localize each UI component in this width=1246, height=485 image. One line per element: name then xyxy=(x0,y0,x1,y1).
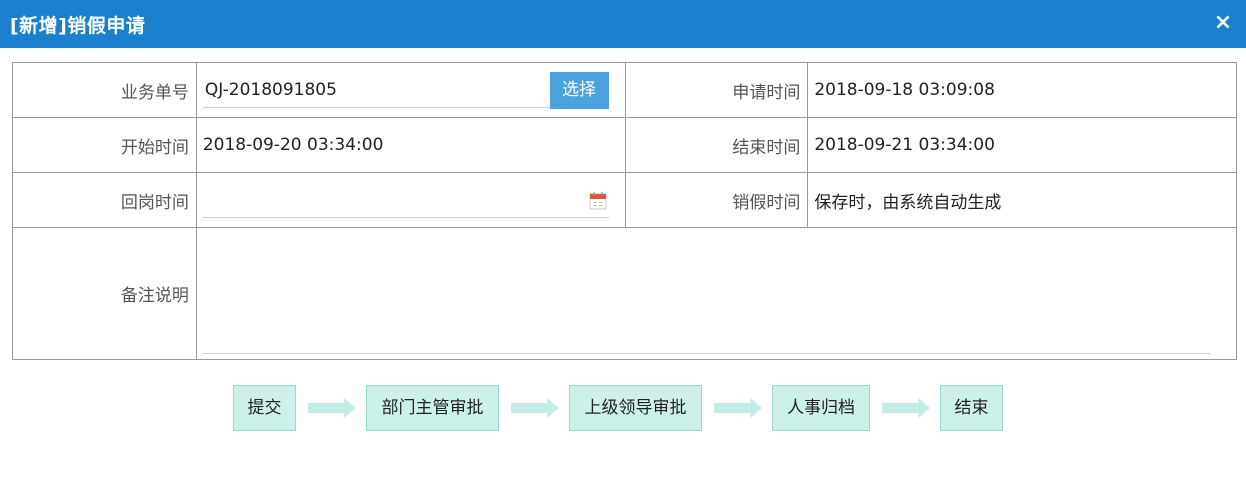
workflow-step-leader-approval: 上级领导审批 xyxy=(569,385,702,431)
arrow-right-icon xyxy=(308,398,356,418)
remarks-label: 备注说明 xyxy=(12,227,197,360)
apply-time-label: 申请时间 xyxy=(624,62,809,118)
business-no-value: QJ-2018091805 xyxy=(204,79,337,100)
workflow-step-submit: 提交 xyxy=(233,385,296,431)
return-time-field[interactable] xyxy=(202,182,609,218)
select-button[interactable]: 选择 xyxy=(549,72,609,109)
arrow-right-icon xyxy=(511,398,559,418)
business-no-field[interactable]: QJ-2018091805 选择 xyxy=(202,72,609,109)
workflow-step-end: 结束 xyxy=(940,385,1003,431)
arrow-right-icon xyxy=(882,398,930,418)
workflow-steps: 提交 部门主管审批 上级领导审批 人事归档 结束 xyxy=(0,385,1246,431)
dialog-titlebar: [新增]销假申请 × xyxy=(0,0,1246,48)
apply-time-value: 2018-09-18 03:09:08 xyxy=(807,62,1237,118)
remarks-textarea[interactable] xyxy=(202,236,1211,354)
close-icon[interactable]: × xyxy=(1210,10,1236,36)
start-time-label: 开始时间 xyxy=(12,117,197,173)
arrow-right-icon xyxy=(714,398,762,418)
start-time-value: 2018-09-20 03:34:00 xyxy=(195,117,626,173)
cancel-time-label: 销假时间 xyxy=(624,172,809,228)
workflow-step-dept-approval: 部门主管审批 xyxy=(366,385,499,431)
end-time-value: 2018-09-21 03:34:00 xyxy=(807,117,1237,173)
leave-cancel-form: 业务单号 QJ-2018091805 选择 申请时间 2018-09-18 03… xyxy=(12,62,1238,360)
business-no-label: 业务单号 xyxy=(12,62,197,118)
end-time-label: 结束时间 xyxy=(624,117,809,173)
calendar-icon[interactable] xyxy=(589,192,607,210)
workflow-step-hr-archive: 人事归档 xyxy=(772,385,870,431)
dialog-title: [新增]销假申请 xyxy=(10,14,146,37)
return-time-label: 回岗时间 xyxy=(12,172,197,228)
cancel-time-value: 保存时，由系统自动生成 xyxy=(807,172,1237,228)
